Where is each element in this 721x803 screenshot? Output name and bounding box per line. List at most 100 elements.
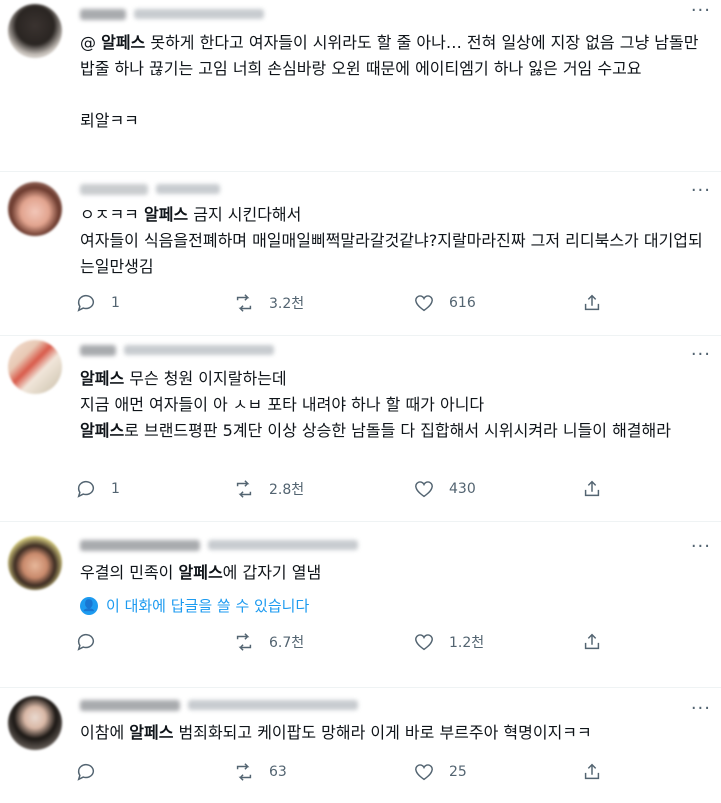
text-segment: 범죄화되고 케이팝도 망해라 이게 바로 부르주아 혁명이지ㅋㅋ	[173, 723, 592, 742]
tweet-3[interactable]: ··· 알페스 무슨 청원 이지랄하는데 지금 애먼 여자들이 아 ㅅㅂ 포타 …	[0, 336, 721, 522]
avatar[interactable]	[8, 340, 62, 394]
text-segment: @	[80, 33, 102, 52]
tweet-text: ㅇㅈㅋㅋ 알페스 금지 시킨다해서 여자들이 식음을전폐하며 매일매일삐쩍말라갈…	[80, 202, 710, 280]
like-count: 616	[449, 295, 476, 311]
highlighted-keyword: 알페스	[143, 205, 189, 224]
text-segment: 로 브랜드평판 5계단 이상 상승한 남돌들 다 집합해서 시위시켜라 니들이 …	[124, 421, 671, 440]
reply-restriction-text: 이 대화에 답글을 쓸 수 있습니다	[106, 597, 310, 615]
like-count: 430	[449, 481, 476, 497]
reply-restriction-note: 👤 이 대화에 답글을 쓸 수 있습니다	[80, 595, 309, 616]
highlighted-keyword: 알페스	[101, 33, 146, 52]
highlighted-keyword: 알페스	[80, 421, 125, 440]
tweet-1[interactable]: ··· @ 알페스 못하게 한다고 여자들이 시위라도 할 줄 아나… 전혀 일…	[0, 0, 721, 172]
more-horizontal-icon[interactable]: ···	[691, 2, 711, 20]
blurred-author-handle	[188, 700, 358, 710]
reply-icon	[77, 763, 94, 781]
retweet-icon	[236, 763, 252, 781]
share-button[interactable]	[581, 631, 603, 653]
text-segment: 에 갑자기 열냄	[222, 563, 322, 582]
share-icon	[584, 763, 600, 780]
text-segment: 무슨 청원 이지랄하는데 지금 애먼 여자들이 아 ㅅㅂ 포타 내려야 하나 할…	[80, 369, 485, 414]
blurred-author-name[interactable]	[80, 8, 126, 20]
share-button[interactable]	[581, 761, 603, 783]
retweet-icon	[236, 480, 252, 498]
reply-icon	[77, 480, 94, 498]
reply-button[interactable]: 1	[75, 478, 120, 500]
avatar[interactable]	[8, 182, 62, 236]
blurred-author-handle	[124, 345, 274, 355]
tweet-actions: 1 3.2천 616	[75, 292, 635, 316]
highlighted-keyword: 알페스	[178, 563, 223, 582]
retweet-count: 3.2천	[269, 296, 305, 312]
retweet-button[interactable]: 63	[233, 761, 287, 783]
reply-button[interactable]	[75, 761, 111, 783]
heart-icon	[415, 295, 433, 312]
tweet-header	[80, 341, 274, 359]
retweet-button[interactable]: 6.7천	[233, 631, 304, 653]
text-segment: 이참에	[80, 723, 130, 742]
retweet-button[interactable]: 3.2천	[233, 292, 304, 314]
blurred-author-name[interactable]	[80, 344, 116, 356]
tweet-text: 우결의 민족이 알페스에 갑자기 열냄	[80, 560, 710, 586]
tweet-4[interactable]: ··· 우결의 민족이 알페스에 갑자기 열냄 👤 이 대화에 답글을 쓸 수 …	[0, 522, 721, 688]
like-button[interactable]: 1.2천	[413, 631, 484, 653]
tweet-header	[80, 536, 358, 554]
reply-count: 1	[111, 295, 120, 311]
more-horizontal-icon[interactable]: ···	[691, 346, 711, 364]
heart-icon	[415, 764, 433, 781]
tweet-5[interactable]: ··· 이참에 알페스 범죄화되고 케이팝도 망해라 이게 바로 부르주아 혁명…	[0, 688, 721, 803]
more-horizontal-icon[interactable]: ···	[691, 538, 711, 556]
share-icon	[584, 633, 600, 650]
blurred-author-handle	[156, 184, 220, 194]
share-button[interactable]	[581, 292, 603, 314]
retweet-icon	[236, 294, 252, 312]
tweet-header	[80, 696, 358, 714]
share-button[interactable]	[581, 478, 603, 500]
avatar[interactable]	[8, 536, 62, 590]
more-horizontal-icon[interactable]: ···	[691, 182, 711, 200]
highlighted-keyword: 알페스	[129, 723, 174, 742]
like-button[interactable]: 25	[413, 761, 467, 783]
share-icon	[584, 480, 600, 497]
like-count: 25	[449, 764, 467, 780]
highlighted-keyword: 알페스	[80, 369, 125, 388]
retweet-count: 63	[269, 764, 287, 780]
tweet-text: 알페스 무슨 청원 이지랄하는데 지금 애먼 여자들이 아 ㅅㅂ 포타 내려야 …	[80, 366, 710, 444]
reply-icon	[77, 294, 94, 312]
text-segment: 못하게 한다고 여자들이 시위라도 할 줄 아나… 전혀 일상에 지장 없음 그…	[80, 33, 699, 130]
heart-icon	[415, 481, 433, 498]
blurred-author-handle	[208, 540, 358, 550]
blurred-author-name[interactable]	[80, 699, 180, 711]
text-segment: ㅇㅈㅋㅋ	[80, 205, 144, 224]
retweet-count: 2.8천	[269, 482, 305, 498]
tweet-header	[80, 180, 220, 198]
tweet-header	[80, 5, 264, 23]
retweet-icon	[236, 633, 252, 651]
retweet-button[interactable]: 2.8천	[233, 478, 304, 500]
reply-icon	[77, 633, 94, 651]
blurred-author-name[interactable]	[80, 183, 148, 195]
retweet-count: 6.7천	[269, 635, 305, 651]
like-button[interactable]: 616	[413, 292, 476, 314]
tweet-text: 이참에 알페스 범죄화되고 케이팝도 망해라 이게 바로 부르주아 혁명이지ㅋㅋ	[80, 720, 710, 746]
like-count: 1.2천	[449, 635, 485, 651]
avatar[interactable]	[8, 4, 62, 58]
heart-icon	[415, 634, 433, 651]
user-check-icon: 👤	[80, 596, 98, 615]
avatar[interactable]	[8, 696, 62, 750]
tweet-actions: 63 25	[75, 761, 635, 785]
tweet-text: @ 알페스 못하게 한다고 여자들이 시위라도 할 줄 아나… 전혀 일상에 지…	[80, 30, 710, 134]
blurred-author-handle	[134, 9, 264, 19]
blurred-author-name[interactable]	[80, 539, 200, 551]
tweet-actions: 6.7천 1.2천	[75, 631, 635, 655]
like-button[interactable]: 430	[413, 478, 476, 500]
reply-count: 1	[111, 481, 120, 497]
reply-button[interactable]: 1	[75, 292, 120, 314]
tweet-2[interactable]: ··· ㅇㅈㅋㅋ 알페스 금지 시킨다해서 여자들이 식음을전폐하며 매일매일삐…	[0, 172, 721, 336]
more-horizontal-icon[interactable]: ···	[691, 700, 711, 718]
share-icon	[584, 294, 600, 311]
reply-button[interactable]	[75, 631, 111, 653]
text-segment: 우결의 민족이	[80, 563, 179, 582]
tweet-actions: 1 2.8천 430	[75, 478, 635, 502]
tweet-feed: ··· @ 알페스 못하게 한다고 여자들이 시위라도 할 줄 아나… 전혀 일…	[0, 0, 721, 803]
